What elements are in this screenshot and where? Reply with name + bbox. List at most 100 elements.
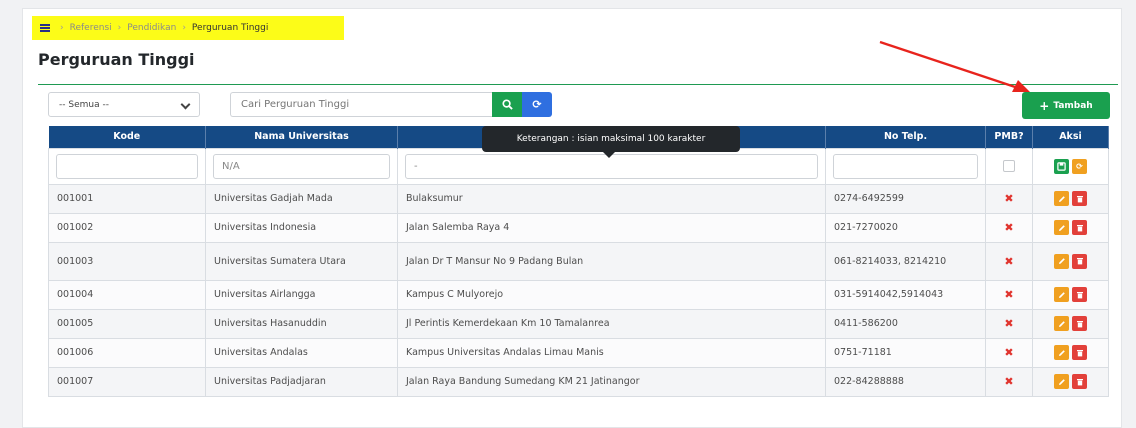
cell-keterangan: Jalan Dr T Mansur No 9 Padang Bulan [397, 241, 826, 281]
delete-button[interactable] [1072, 220, 1087, 235]
search-button[interactable] [492, 92, 522, 117]
table-row[interactable]: 001001 Universitas Gadjah Mada Bulaksumu… [48, 183, 1109, 214]
pmb-status-icon: ✖ [985, 212, 1033, 243]
table-row[interactable]: 001007 Universitas Padjadjaran Jalan Ray… [48, 366, 1109, 397]
edit-button[interactable] [1054, 374, 1069, 389]
breadcrumb-separator: › [60, 23, 64, 33]
cell-keterangan: Bulaksumur [397, 183, 826, 214]
pencil-icon [1058, 349, 1065, 356]
column-header-pmb[interactable]: PMB? [985, 126, 1033, 148]
cell-keterangan: Kampus Universitas Andalas Limau Manis [397, 337, 826, 368]
column-header-kode[interactable]: Kode [48, 126, 206, 148]
column-header-aksi: Aksi [1032, 126, 1109, 148]
hamburger-menu-icon[interactable] [40, 24, 50, 32]
cell-telp: 061-8214033, 8214210 [825, 241, 986, 281]
pmb-status-icon: ✖ [985, 366, 1033, 397]
breadcrumb-item-referensi[interactable]: Referensi [70, 23, 112, 33]
nama-field[interactable]: N/A [213, 153, 390, 179]
trash-icon [1076, 258, 1083, 265]
filter-select[interactable]: -- Semua -- [48, 92, 200, 117]
annotation-arrow [879, 40, 1030, 92]
pmb-checkbox[interactable] [1003, 160, 1015, 172]
table-row[interactable]: 001002 Universitas Indonesia Jalan Salem… [48, 212, 1109, 243]
cell-nama: Universitas Padjadjaran [205, 366, 398, 397]
trash-icon [1076, 291, 1083, 298]
cell-nama: Universitas Gadjah Mada [205, 183, 398, 214]
delete-button[interactable] [1072, 316, 1087, 331]
cell-kode: 001007 [48, 366, 206, 397]
add-button-label: Tambah [1053, 100, 1093, 111]
table-row[interactable]: 001003 Universitas Sumatera Utara Jalan … [48, 241, 1109, 281]
edit-button[interactable] [1054, 316, 1069, 331]
pmb-status-icon: ✖ [985, 308, 1033, 339]
pmb-status-icon: ✖ [985, 337, 1033, 368]
page: › Referensi › Pendidikan › Perguruan Tin… [0, 0, 1136, 428]
cell-telp: 0411-586200 [825, 308, 986, 339]
breadcrumb-item-current: Perguruan Tinggi [191, 23, 269, 33]
trash-icon [1076, 320, 1083, 327]
cell-kode: 001003 [48, 241, 206, 281]
edit-button[interactable] [1054, 191, 1069, 206]
university-table: Kode Nama Universitas Keterangan No Telp… [48, 126, 1109, 397]
search-icon [501, 99, 513, 110]
pmb-status-icon: ✖ [985, 279, 1033, 310]
new-entry-row: N/A - ⟳ [48, 147, 1109, 185]
column-header-telp[interactable]: No Telp. [825, 126, 986, 148]
pmb-status-icon: ✖ [985, 183, 1033, 214]
table-row[interactable]: 001004 Universitas Airlangga Kampus C Mu… [48, 279, 1109, 310]
cell-kode: 001006 [48, 337, 206, 368]
pencil-icon [1058, 224, 1065, 231]
telp-field[interactable] [833, 153, 978, 179]
kode-field[interactable] [56, 153, 198, 179]
cell-kode: 001001 [48, 183, 206, 214]
filter-select-value: -- Semua -- [59, 99, 109, 110]
delete-button[interactable] [1072, 345, 1087, 360]
table-row[interactable]: 001006 Universitas Andalas Kampus Univer… [48, 337, 1109, 368]
save-button[interactable] [1054, 158, 1069, 174]
edit-button[interactable] [1054, 345, 1069, 360]
cell-nama: Universitas Airlangga [205, 279, 398, 310]
trash-icon [1076, 378, 1083, 385]
delete-button[interactable] [1072, 191, 1087, 206]
pmb-status-icon: ✖ [985, 241, 1033, 281]
column-header-nama[interactable]: Nama Universitas [205, 126, 398, 148]
refresh-icon: ⟳ [532, 98, 542, 111]
pencil-icon [1058, 258, 1065, 264]
trash-icon [1076, 349, 1083, 356]
cell-keterangan: Kampus C Mulyorejo [397, 279, 826, 310]
search-input[interactable] [230, 92, 492, 117]
breadcrumb: › Referensi › Pendidikan › Perguruan Tin… [32, 16, 344, 40]
tooltip: Keterangan : isian maksimal 100 karakter [482, 126, 740, 158]
trash-icon [1076, 224, 1083, 231]
edit-button[interactable] [1054, 253, 1069, 269]
cell-telp: 0274-6492599 [825, 183, 986, 214]
cell-kode: 001004 [48, 279, 206, 310]
cell-nama: Universitas Andalas [205, 337, 398, 368]
pencil-icon [1058, 195, 1065, 202]
save-icon [1057, 161, 1066, 171]
table-row[interactable]: 001005 Universitas Hasanuddin Jl Perinti… [48, 308, 1109, 339]
cell-nama: Universitas Sumatera Utara [205, 241, 398, 281]
breadcrumb-item-pendidikan[interactable]: Pendidikan [127, 23, 176, 33]
cell-telp: 031-5914042,5914043 [825, 279, 986, 310]
cell-telp: 0751-71181 [825, 337, 986, 368]
edit-button[interactable] [1054, 287, 1069, 302]
cell-keterangan: Jl Perintis Kemerdekaan Km 10 Tamalanrea [397, 308, 826, 339]
refresh-button[interactable]: ⟳ [522, 92, 552, 117]
edit-button[interactable] [1054, 220, 1069, 235]
chevron-down-icon [180, 99, 191, 110]
breadcrumb-separator: › [182, 23, 186, 33]
breadcrumb-separator: › [117, 23, 122, 33]
cell-keterangan: Jalan Raya Bandung Sumedang KM 21 Jatina… [397, 366, 826, 397]
refresh-icon: ⟳ [1076, 161, 1083, 171]
cell-nama: Universitas Hasanuddin [205, 308, 398, 339]
delete-button[interactable] [1072, 374, 1087, 389]
pencil-icon [1058, 320, 1065, 327]
delete-button[interactable] [1072, 253, 1087, 269]
cell-nama: Universitas Indonesia [205, 212, 398, 243]
delete-button[interactable] [1072, 287, 1087, 302]
pencil-icon [1058, 378, 1065, 385]
cell-kode: 001002 [48, 212, 206, 243]
trash-icon [1076, 195, 1083, 202]
reset-button[interactable]: ⟳ [1072, 158, 1087, 174]
